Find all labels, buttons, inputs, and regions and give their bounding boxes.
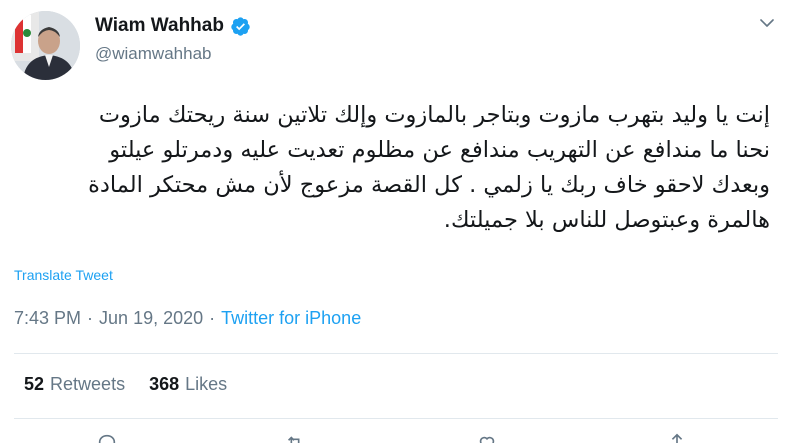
divider <box>14 353 778 354</box>
tweet-source-link[interactable]: Twitter for iPhone <box>221 308 361 329</box>
tweet-actions-bar <box>0 432 800 443</box>
avatar[interactable] <box>11 11 80 80</box>
likes-count: 368 <box>149 374 180 394</box>
chevron-down-icon[interactable] <box>758 14 776 32</box>
tweet-time[interactable]: 7:43 PM <box>14 308 81 329</box>
user-handle[interactable]: @wiamwahhab <box>95 44 211 64</box>
avatar-portrait-icon <box>11 11 80 80</box>
reply-icon[interactable] <box>96 432 118 443</box>
meta-separator: · <box>87 308 94 328</box>
translate-tweet-link[interactable]: Translate Tweet <box>14 267 113 283</box>
retweets-stat[interactable]: 52 Retweets <box>24 374 125 395</box>
retweets-label: Retweets <box>50 374 126 394</box>
likes-stat[interactable]: 368 Likes <box>149 374 227 395</box>
tweet-card: Wiam Wahhab @wiamwahhab إنت يا وليد بتهر… <box>0 0 800 443</box>
display-name[interactable]: Wiam Wahhab <box>95 15 224 37</box>
retweet-icon[interactable] <box>284 432 306 443</box>
likes-label: Likes <box>185 374 228 394</box>
tweet-stats: 52 Retweets 368 Likes <box>24 374 227 395</box>
tweet-date[interactable]: Jun 19, 2020 <box>99 308 203 329</box>
tweet-text-line: نحنا ما مندافع عن التهريب مندافع عن مظلو… <box>109 137 770 163</box>
verified-badge-icon <box>231 16 250 36</box>
meta-separator: · <box>209 308 216 328</box>
tweet-text-line: وبعدك لاحقو خاف ربك يا زلمي . كل القصة م… <box>88 172 770 198</box>
user-name-row: Wiam Wahhab <box>95 15 251 37</box>
share-icon[interactable] <box>666 432 688 443</box>
tweet-metadata: 7:43 PM · Jun 19, 2020 · Twitter for iPh… <box>14 308 361 329</box>
divider <box>14 418 778 419</box>
tweet-text-line: هالمرة وعبتوصل للناس بلا جميلتك. <box>443 207 770 233</box>
retweets-count: 52 <box>24 374 45 394</box>
tweet-text-line: إنت يا وليد بتهرب مازوت وبتاجر بالمازوت … <box>98 102 770 128</box>
tweet-text: إنت يا وليد بتهرب مازوت وبتاجر بالمازوت … <box>10 98 770 238</box>
like-icon[interactable] <box>476 432 498 443</box>
